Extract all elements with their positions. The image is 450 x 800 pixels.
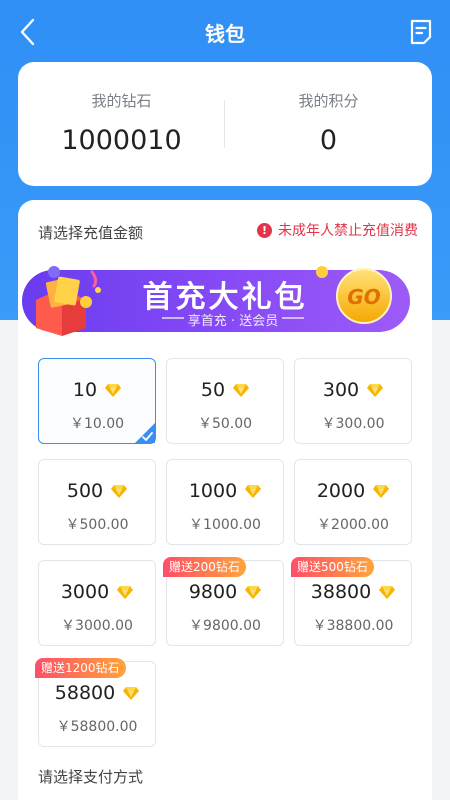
checkmark-icon [135, 423, 155, 443]
package-option[interactable]: 1000 ￥1000.00 [166, 459, 284, 545]
diamond-icon [245, 485, 262, 498]
first-recharge-banner[interactable]: 首充大礼包 享首充 · 送会员 GO [22, 258, 412, 338]
package-amount: 58800 [54, 682, 116, 704]
minor-warning-text: 未成年人禁止充值消费 [278, 223, 418, 239]
diamond-icon [233, 384, 250, 397]
page-title: 钱包 [205, 22, 245, 46]
banner-subtitle: 享首充 · 送会员 [187, 314, 279, 329]
bonus-badge: 赠送500钻石 [291, 557, 374, 577]
package-amount: 2000 [316, 480, 366, 502]
diamond-balance: 我的钻石 1000010 [18, 62, 225, 186]
go-button[interactable]: GO [337, 285, 391, 309]
minor-warning: ! 未成年人禁止充值消费 [257, 220, 418, 240]
diamond-icon [117, 586, 134, 599]
package-option[interactable]: 10 ￥10.00 [38, 358, 156, 444]
package-amount-row: 3000 [39, 581, 155, 603]
package-amount-row: 300 [295, 379, 411, 401]
diamond-value: 1000010 [61, 125, 182, 156]
package-amount-row: 500 [39, 480, 155, 502]
package-amount: 9800 [188, 581, 238, 603]
package-amount-row: 2000 [295, 480, 411, 502]
package-amount: 38800 [310, 581, 372, 603]
points-label: 我的积分 [298, 92, 359, 110]
package-price: ￥38800.00 [312, 618, 394, 634]
diamond-icon [373, 485, 390, 498]
package-amount: 3000 [60, 581, 110, 603]
package-option[interactable]: 9800 ￥9800.00 赠送200钻石 [163, 557, 284, 646]
bonus-badge: 赠送1200钻石 [35, 658, 126, 678]
diamond-icon [105, 384, 122, 397]
package-price: ￥58800.00 [56, 719, 138, 735]
package-amount-row: 58800 [39, 682, 155, 704]
package-option[interactable]: 38800 ￥38800.00 赠送500钻石 [291, 557, 412, 646]
package-amount-row: 1000 [167, 480, 283, 502]
package-option[interactable]: 500 ￥500.00 [38, 459, 156, 545]
package-amount-row: 38800 [295, 581, 411, 603]
package-price: ￥3000.00 [61, 618, 133, 634]
package-amount: 300 [322, 379, 360, 401]
package-price: ￥50.00 [197, 416, 253, 432]
package-option[interactable]: 3000 ￥3000.00 [38, 560, 156, 646]
diamond-icon [245, 586, 262, 599]
diamond-label: 我的钻石 [91, 92, 152, 110]
package-price: ￥500.00 [65, 517, 129, 533]
diamond-icon [111, 485, 128, 498]
navbar: 钱包 [0, 0, 450, 64]
package-amount-row: 9800 [167, 581, 283, 603]
balance-card: 我的钻石 1000010 我的积分 0 [18, 62, 432, 186]
points-value: 0 [319, 125, 338, 156]
records-button[interactable] [408, 18, 434, 46]
diamond-icon [379, 586, 396, 599]
package-price: ￥2000.00 [317, 517, 389, 533]
package-price: ￥1000.00 [189, 517, 261, 533]
package-price: ￥300.00 [321, 416, 385, 432]
package-price: ￥9800.00 [189, 618, 261, 634]
package-option[interactable]: 300 ￥300.00 [294, 358, 412, 444]
package-amount-row: 50 [167, 379, 283, 401]
payment-title: 请选择支付方式 [38, 768, 144, 786]
document-icon [410, 19, 432, 45]
package-amount: 10 [72, 379, 98, 401]
package-option[interactable]: 50 ￥50.00 [166, 358, 284, 444]
package-amount: 1000 [188, 480, 238, 502]
recharge-title: 请选择充值金额 [38, 224, 144, 242]
package-amount-row: 10 [39, 379, 155, 401]
package-option[interactable]: 58800 ￥58800.00 赠送1200钻石 [35, 658, 156, 747]
package-amount: 50 [200, 379, 226, 401]
points-balance: 我的积分 0 [225, 62, 432, 186]
exclamation-icon: ! [257, 222, 272, 238]
bonus-badge: 赠送200钻石 [163, 557, 246, 577]
diamond-icon [123, 687, 140, 700]
diamond-icon [367, 384, 384, 397]
package-option[interactable]: 2000 ￥2000.00 [294, 459, 412, 545]
package-amount: 500 [66, 480, 104, 502]
